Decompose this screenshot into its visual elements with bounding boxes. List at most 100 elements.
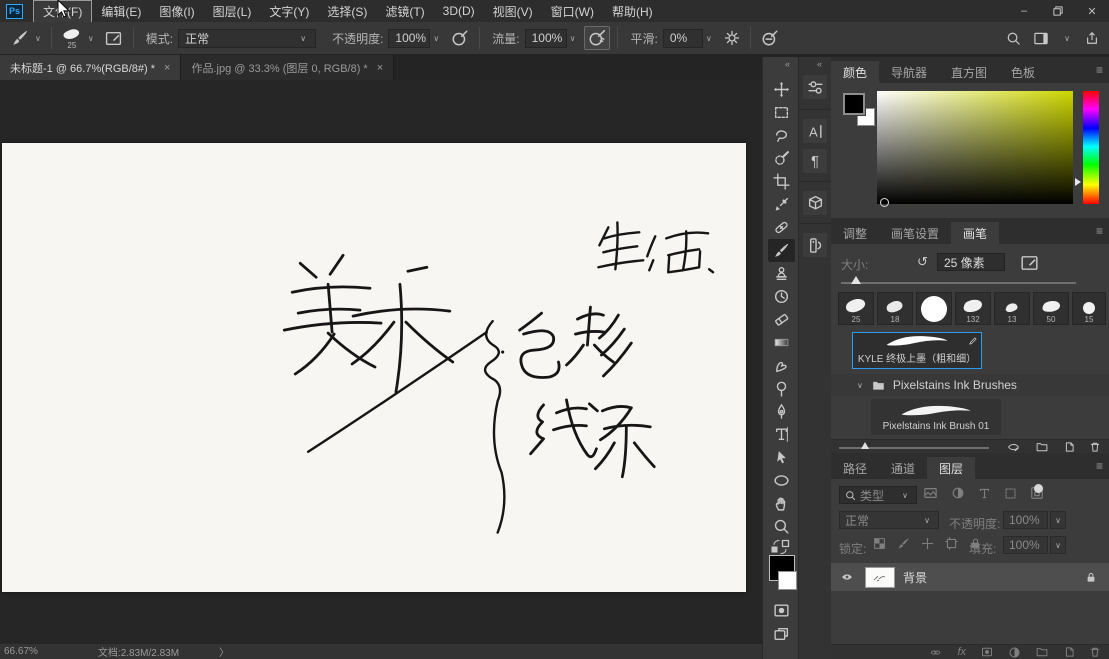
tab-close-icon[interactable]: × — [164, 62, 170, 74]
pen-tool[interactable] — [768, 400, 795, 423]
document-tab-untitled[interactable]: 未标题-1 @ 66.7%(RGB/8#) * × — [0, 55, 181, 80]
layer-row-background[interactable]: 背景 — [831, 563, 1109, 591]
restore-button[interactable] — [1041, 0, 1075, 22]
hue-slider-arrow[interactable] — [1075, 178, 1081, 186]
opacity-pressure-toggle[interactable] — [448, 27, 472, 49]
brush-size-slider-thumb[interactable] — [851, 276, 861, 284]
minimize-button[interactable]: – — [1007, 0, 1041, 22]
chevron-down-icon[interactable]: ∨ — [570, 34, 576, 43]
tab-color[interactable]: 颜色 — [831, 61, 879, 83]
swap-colors-button[interactable] — [770, 539, 790, 555]
tab-swatches[interactable]: 色板 — [999, 61, 1047, 83]
menu-edit[interactable]: 编辑(E) — [92, 1, 150, 22]
background-color-swatch[interactable] — [778, 571, 797, 590]
brush-size-slider[interactable] — [841, 282, 1076, 284]
opacity-value-box[interactable]: 100% — [388, 29, 430, 48]
lock-transparency-icon[interactable] — [873, 537, 886, 550]
properties-panel-icon[interactable] — [803, 75, 827, 99]
blend-mode-dropdown[interactable]: 正常 ∨ — [839, 511, 939, 529]
filter-pixel-layers-icon[interactable] — [923, 486, 938, 500]
brush-tool[interactable] — [768, 239, 795, 262]
paragraph-panel-icon[interactable]: ¶ — [803, 149, 827, 173]
menu-filter[interactable]: 滤镜(T) — [376, 1, 433, 22]
brush-preset[interactable]: 13 — [994, 292, 1030, 325]
smoothing-value-box[interactable]: 0% — [663, 29, 703, 48]
menu-window[interactable]: 窗口(W) — [542, 1, 603, 22]
opacity-chevron[interactable]: ∨ — [1050, 511, 1066, 529]
screen-mode-button[interactable] — [768, 623, 795, 646]
menu-type[interactable]: 文字(Y) — [260, 1, 318, 22]
status-arrow[interactable]: 〉 — [219, 644, 229, 659]
menu-view[interactable]: 视图(V) — [484, 1, 542, 22]
crop-tool[interactable] — [768, 170, 795, 193]
chevron-down-icon[interactable]: ∨ — [433, 34, 439, 43]
hue-slider[interactable] — [1083, 91, 1099, 204]
marquee-tool[interactable] — [768, 101, 795, 124]
link-layers-icon[interactable] — [928, 647, 943, 658]
smoothing-options-button[interactable] — [721, 28, 743, 48]
quick-selection-tool[interactable] — [768, 147, 795, 170]
layer-filter-box[interactable]: 类型 ∨ — [839, 486, 917, 504]
tab-adjustments[interactable]: 调整 — [831, 222, 879, 244]
document-tab-artwork[interactable]: 作品.jpg @ 33.3% (图层 0, RGB/8) * × — [181, 55, 394, 80]
opacity-value-box[interactable]: 100% — [1003, 511, 1048, 529]
eraser-tool[interactable] — [768, 308, 795, 331]
chevron-down-icon[interactable]: ∨ — [857, 381, 863, 390]
delete-trash-icon[interactable] — [1089, 441, 1101, 453]
collapse-dock-icon[interactable]: « — [817, 59, 822, 69]
brush-preset[interactable]: 15 — [1072, 292, 1106, 325]
brush-preset-picker[interactable]: 25 — [59, 26, 85, 50]
delete-layer-trash-icon[interactable] — [1089, 646, 1101, 658]
lasso-tool[interactable] — [768, 124, 795, 147]
zoom-level[interactable]: 66.67% — [4, 646, 38, 657]
brush-preset[interactable]: 50 — [1033, 292, 1069, 325]
lock-position-icon[interactable] — [921, 537, 934, 550]
path-selection-tool[interactable] — [768, 446, 795, 469]
tab-paths[interactable]: 路径 — [831, 457, 879, 479]
smudge-tool[interactable] — [768, 354, 795, 377]
color-field[interactable] — [877, 91, 1073, 204]
toggle-brush-settings-button[interactable] — [101, 28, 126, 49]
add-layer-mask-icon[interactable] — [980, 646, 994, 658]
lock-pixels-icon[interactable] — [897, 537, 910, 550]
hand-tool[interactable] — [768, 492, 795, 515]
collapse-tools-icon[interactable]: « — [785, 59, 790, 69]
tab-layers[interactable]: 图层 — [927, 457, 975, 479]
layer-visibility-eye-icon[interactable] — [839, 571, 855, 583]
character-panel-icon[interactable]: A — [803, 119, 827, 143]
type-tool[interactable] — [768, 423, 795, 446]
canvas-area[interactable]: 66.67% 文档:2.83M/2.83M 〉 — [0, 80, 762, 659]
tab-brush-settings[interactable]: 画笔设置 — [879, 222, 951, 244]
color-field-picker[interactable] — [880, 198, 889, 207]
spot-healing-brush-tool[interactable] — [768, 216, 795, 239]
workspace-icon[interactable] — [1033, 31, 1049, 46]
new-layer-icon[interactable] — [1063, 646, 1075, 658]
tab-close-icon[interactable]: × — [377, 62, 383, 74]
tab-brushes[interactable]: 画笔 — [951, 222, 999, 244]
menu-layer[interactable]: 图层(L) — [204, 1, 261, 22]
new-group-folder-icon[interactable] — [1035, 441, 1049, 453]
shape-tool[interactable] — [768, 469, 795, 492]
move-tool[interactable] — [768, 78, 795, 101]
close-button[interactable]: ✕ — [1075, 0, 1109, 22]
show-stroke-preview-icon[interactable] — [1006, 441, 1021, 453]
menu-3d[interactable]: 3D(D) — [434, 2, 484, 20]
brush-group-row[interactable]: ∨ Pixelstains Ink Brushes — [831, 374, 1109, 396]
create-brush-button[interactable] — [1017, 252, 1042, 274]
brush-size-input[interactable]: 25 像素 — [937, 253, 1005, 271]
brush-preset[interactable]: 18 — [877, 292, 913, 325]
chevron-down-icon[interactable]: ∨ — [706, 34, 712, 43]
foreground-color-swatch[interactable] — [843, 93, 865, 115]
filter-shape-layers-icon[interactable] — [1004, 487, 1017, 500]
panel-menu-icon[interactable]: ≡ — [1096, 224, 1103, 238]
history-brush-tool[interactable] — [768, 285, 795, 308]
tab-navigator[interactable]: 导航器 — [879, 61, 939, 83]
share-icon[interactable] — [1085, 30, 1099, 46]
reset-size-icon[interactable]: ↺ — [917, 254, 928, 270]
filter-type-layers-icon[interactable] — [978, 487, 991, 500]
clone-stamp-tool[interactable] — [768, 262, 795, 285]
blend-mode-dropdown[interactable]: 正常 ∨ — [178, 29, 316, 48]
flow-value-box[interactable]: 100% — [525, 29, 567, 48]
menu-image[interactable]: 图像(I) — [150, 1, 203, 22]
fill-value-box[interactable]: 100% — [1003, 536, 1048, 554]
